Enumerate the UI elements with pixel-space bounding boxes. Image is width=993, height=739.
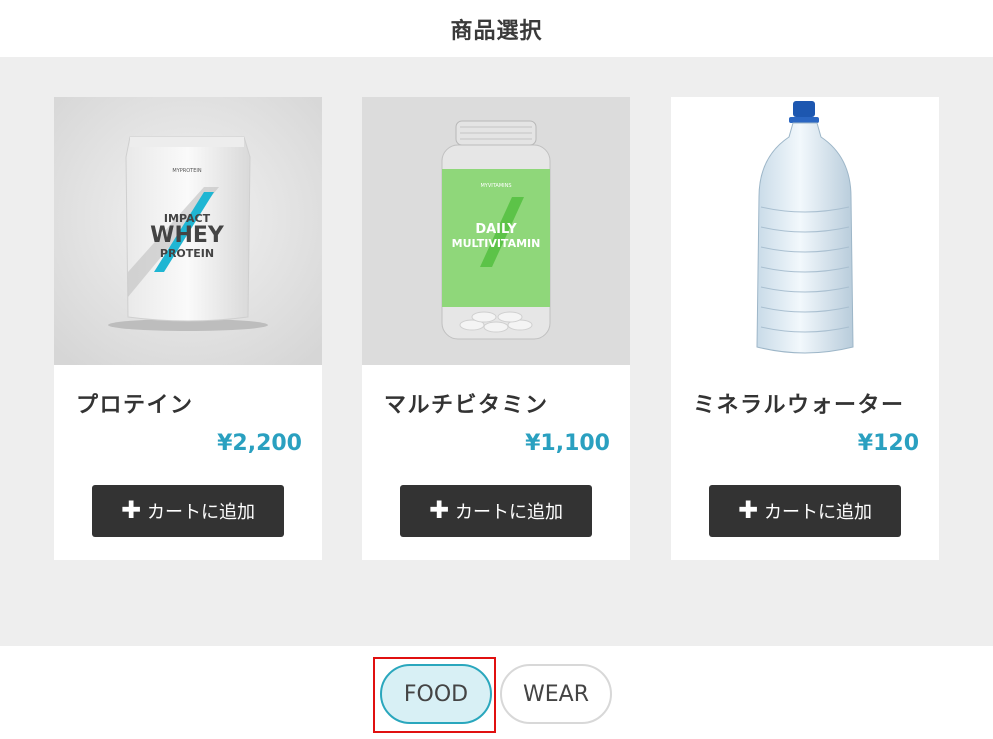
- svg-text:DAILY: DAILY: [475, 222, 517, 237]
- svg-text:WHEY: WHEY: [150, 223, 225, 248]
- add-to-cart-button-mineral-water[interactable]: ✚ カートに追加: [709, 485, 901, 537]
- product-image-mineral-water: [671, 97, 939, 365]
- add-to-cart-button-multivitamin[interactable]: ✚ カートに追加: [400, 485, 592, 537]
- tab-wear[interactable]: WEAR: [500, 664, 612, 724]
- plus-icon: ✚: [120, 496, 142, 524]
- add-to-cart-label: カートに追加: [764, 502, 873, 523]
- plus-icon: ✚: [428, 496, 450, 524]
- svg-text:MULTIVITAMIN: MULTIVITAMIN: [452, 237, 541, 250]
- plus-icon: ✚: [737, 496, 759, 524]
- svg-text:PROTEIN: PROTEIN: [160, 247, 214, 260]
- product-image-multivitamin: MYVITAMINS DAILY MULTIVITAMIN: [362, 97, 630, 365]
- page-header: 商品選択: [0, 0, 993, 57]
- page-title: 商品選択: [450, 18, 543, 44]
- add-to-cart-button-protein[interactable]: ✚ カートに追加: [92, 485, 284, 537]
- product-grid: MYPROTEIN IMPACT WHEY PROTEIN プロテイン ¥2,2…: [0, 57, 993, 646]
- product-name: ミネラルウォーター: [693, 393, 905, 418]
- svg-text:MYVITAMINS: MYVITAMINS: [480, 183, 511, 189]
- product-price: ¥1,100: [525, 431, 610, 456]
- tab-food[interactable]: FOOD: [380, 664, 492, 724]
- product-price: ¥2,200: [217, 431, 302, 456]
- product-image-protein: MYPROTEIN IMPACT WHEY PROTEIN: [54, 97, 322, 365]
- product-name: プロテイン: [76, 393, 194, 418]
- product-card-multivitamin: MYVITAMINS DAILY MULTIVITAMIN マルチビタミン ¥1…: [362, 97, 630, 560]
- add-to-cart-label: カートに追加: [455, 502, 564, 523]
- product-name: マルチビタミン: [384, 393, 549, 418]
- category-tabs: FOOD WEAR: [0, 646, 993, 739]
- product-card-protein: MYPROTEIN IMPACT WHEY PROTEIN プロテイン ¥2,2…: [54, 97, 322, 560]
- product-card-mineral-water: ミネラルウォーター ¥120 ✚ カートに追加: [671, 97, 939, 560]
- add-to-cart-label: カートに追加: [147, 502, 256, 523]
- svg-text:MYPROTEIN: MYPROTEIN: [172, 168, 201, 174]
- product-price: ¥120: [857, 431, 919, 456]
